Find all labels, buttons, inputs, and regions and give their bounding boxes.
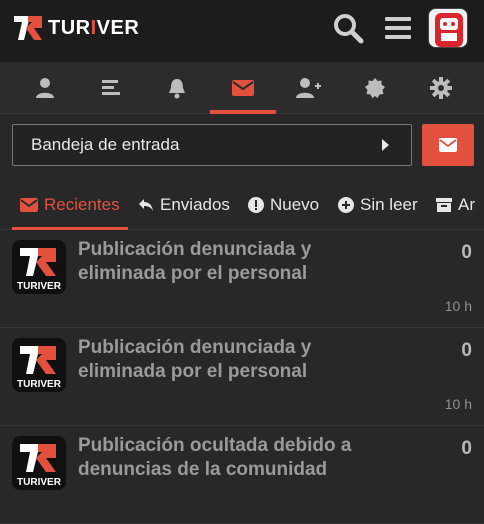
conversation-item[interactable]: TURIVER Publicación ocultada debido a de… — [0, 426, 484, 524]
conversation-item[interactable]: TURIVER Publicación denunciada y elimina… — [0, 230, 484, 328]
conversation-time: 10 h — [444, 298, 472, 314]
tab-conversations[interactable] — [210, 62, 276, 114]
user-icon — [36, 78, 54, 98]
conversation-title[interactable]: Publicación ocultada debido a denuncias … — [78, 434, 378, 482]
gear-icon — [430, 77, 452, 99]
conversation-title[interactable]: Publicación denunciada y eliminada por e… — [78, 336, 378, 384]
filter-tab-sin-leer[interactable]: Sin leer — [338, 180, 418, 230]
envelope-icon — [232, 80, 254, 96]
user-avatar[interactable] — [428, 8, 468, 48]
tab-following[interactable] — [276, 62, 342, 114]
sender-avatar: TURIVER — [12, 436, 66, 490]
envelope-icon — [20, 198, 38, 212]
filter-label: Ar — [458, 195, 475, 214]
archive-icon — [436, 198, 452, 212]
filter-tab-recientes[interactable]: Recientes — [12, 180, 128, 230]
filter-label: Recientes — [44, 195, 120, 214]
bell-icon — [169, 79, 185, 99]
filter-tabs: Recientes Enviados Nuevo Sin leer Ar — [0, 180, 484, 230]
top-bar: TURIVER — [0, 0, 484, 62]
svg-text:TURIVER: TURIVER — [17, 477, 62, 488]
search-icon[interactable] — [330, 10, 366, 46]
filter-tab-nuevo[interactable]: Nuevo — [248, 180, 319, 230]
reply-count: 0 — [461, 438, 472, 459]
caret-right-icon — [382, 139, 389, 151]
envelope-icon — [439, 138, 457, 152]
logo-mark-icon — [14, 16, 42, 40]
reply-count: 0 — [461, 340, 472, 361]
svg-text:TURIVER: TURIVER — [17, 379, 62, 390]
sender-avatar: TURIVER — [12, 338, 66, 392]
account-tab-bar — [0, 62, 484, 114]
filter-label: Enviados — [160, 195, 230, 214]
tab-activity[interactable] — [78, 62, 144, 114]
avatar-image — [429, 9, 467, 47]
plus-circle-icon — [338, 197, 354, 213]
tab-settings[interactable] — [408, 62, 474, 114]
reply-icon — [139, 199, 153, 211]
exclamation-icon — [248, 197, 264, 213]
conversation-title[interactable]: Publicación denunciada y eliminada por e… — [78, 238, 378, 286]
conversation-time: 10 h — [444, 396, 472, 412]
reply-count: 0 — [461, 242, 472, 263]
logo-text: TURIVER — [48, 16, 140, 39]
badge-icon — [365, 78, 385, 98]
add-user-icon — [296, 78, 321, 98]
tab-profile[interactable] — [12, 62, 78, 114]
svg-text:TURIVER: TURIVER — [17, 281, 62, 292]
compose-button[interactable] — [422, 124, 474, 166]
site-logo[interactable]: TURIVER — [12, 11, 139, 45]
tab-alerts[interactable] — [144, 62, 210, 114]
sender-avatar: TURIVER — [12, 240, 66, 294]
menu-icon[interactable] — [380, 10, 416, 46]
filter-tab-archivados[interactable]: Ar — [436, 180, 475, 230]
filter-label: Nuevo — [270, 195, 320, 214]
filter-tab-enviados[interactable]: Enviados — [138, 180, 230, 230]
conversation-item[interactable]: TURIVER Publicación denunciada y elimina… — [0, 328, 484, 426]
tab-badges[interactable] — [342, 62, 408, 114]
list-icon — [102, 80, 120, 95]
folder-select[interactable]: Bandeja de entrada — [12, 124, 412, 166]
folder-select-label: Bandeja de entrada — [31, 135, 180, 154]
filter-label: Sin leer — [360, 195, 418, 214]
